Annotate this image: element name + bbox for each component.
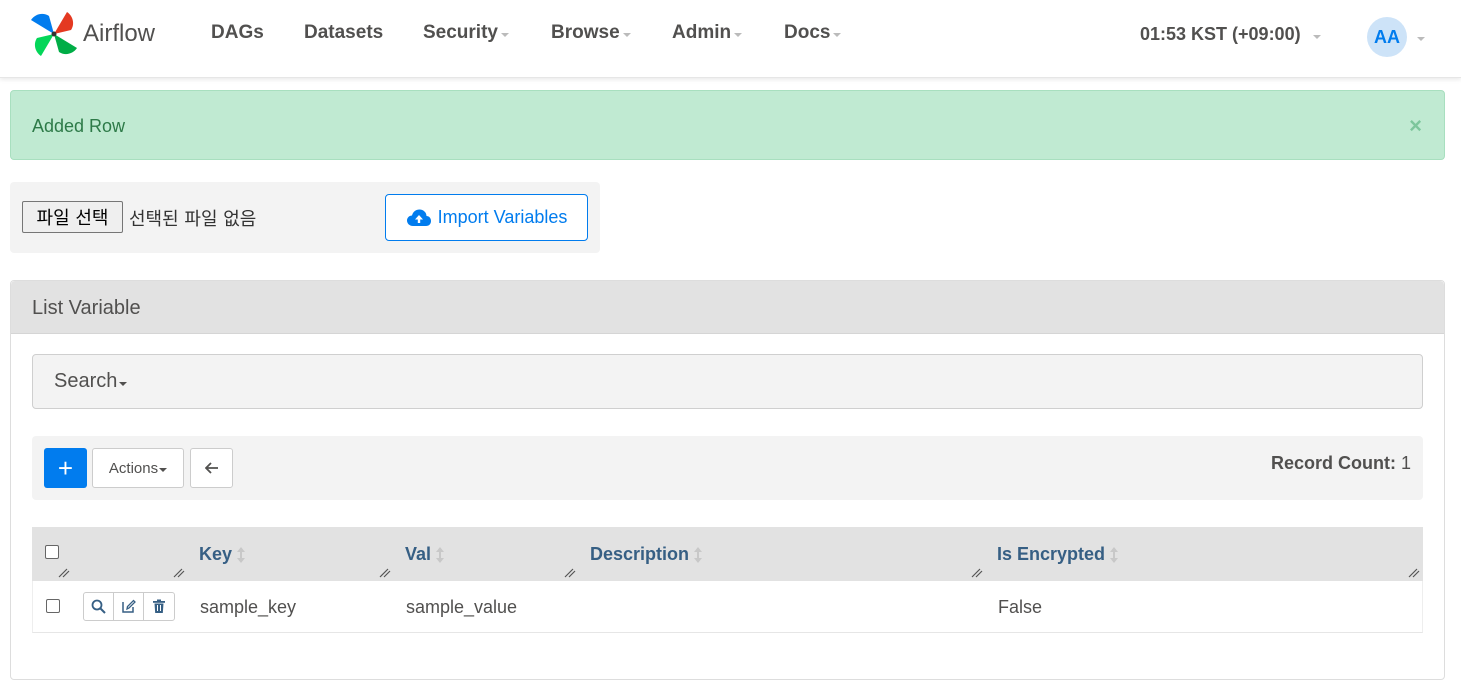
panel-header	[11, 281, 1444, 334]
search-icon	[91, 599, 106, 614]
nav-admin-label: Admin	[672, 22, 732, 43]
table-header: Key Val Description Is Encrypted	[32, 527, 1423, 581]
user-menu[interactable]: AA	[1367, 17, 1425, 57]
actions-label: Actions	[108, 459, 159, 477]
brand-name: Airflow	[83, 20, 156, 47]
sort-icon	[694, 546, 703, 563]
close-icon[interactable]: ×	[1409, 113, 1422, 139]
search-toggle[interactable]: Search	[32, 354, 1423, 409]
nav-docs-label: Docs	[784, 22, 831, 43]
column-is-encrypted[interactable]: Is Encrypted	[997, 544, 1119, 565]
column-resize-handle[interactable]	[1408, 568, 1420, 578]
chevron-down-icon	[1312, 34, 1321, 39]
search-label-text: Search	[54, 370, 118, 392]
edit-record-button[interactable]	[114, 593, 144, 620]
edit-icon	[122, 599, 136, 613]
cell-key: sample_key	[200, 597, 297, 617]
back-button[interactable]	[190, 448, 233, 488]
column-description-label: Description	[590, 544, 690, 564]
import-variables-button[interactable]: Import Variables	[385, 194, 588, 241]
add-record-button[interactable]: +	[44, 448, 87, 488]
brand-link[interactable]: Airflow	[29, 10, 155, 58]
chevron-down-icon	[1417, 37, 1425, 41]
chevron-down-icon	[833, 33, 842, 37]
airflow-logo-icon	[31, 12, 77, 56]
column-resize-handle[interactable]	[971, 568, 983, 578]
column-resize-handle[interactable]	[173, 568, 185, 578]
list-toolbar: + Actions Record Count: 1	[32, 436, 1423, 500]
nav-dags[interactable]: DAGs	[211, 22, 264, 44]
delete-record-button[interactable]	[144, 593, 174, 620]
column-val-label: Val	[405, 544, 432, 564]
column-key-label: Key	[199, 544, 233, 564]
column-key[interactable]: Key	[199, 544, 246, 565]
arrow-left-icon	[204, 462, 218, 474]
nav-datasets-label: Datasets	[304, 22, 384, 43]
top-navbar: Airflow DAGs Datasets Security Browse Ad…	[0, 0, 1461, 78]
nav-security-label: Security	[423, 22, 498, 43]
clock-text: 01:53 KST (+09:00)	[1140, 24, 1301, 44]
sort-icon	[237, 546, 246, 563]
file-choose-button[interactable]: 파일 선택	[22, 201, 123, 233]
record-count-value: 1	[1400, 453, 1411, 473]
column-val[interactable]: Val	[405, 544, 445, 565]
list-variable-panel: List Variable Search + Actions Record Co…	[10, 280, 1445, 680]
chevron-down-icon	[500, 33, 509, 37]
chevron-down-icon	[159, 468, 168, 472]
cell-val: sample_value	[406, 597, 518, 617]
column-resize-handle[interactable]	[564, 568, 576, 578]
column-is-encrypted-label: Is Encrypted	[997, 544, 1106, 564]
chevron-down-icon	[119, 381, 128, 386]
nav-docs[interactable]: Docs	[784, 22, 842, 44]
column-description[interactable]: Description	[590, 544, 703, 565]
nav-browse-label: Browse	[551, 22, 620, 43]
select-all-checkbox[interactable]	[45, 545, 59, 559]
trash-icon	[153, 599, 165, 613]
row-actions	[83, 592, 175, 621]
import-button-label: Import Variables	[437, 207, 568, 227]
row-checkbox[interactable]	[46, 599, 60, 613]
nav-datasets[interactable]: Datasets	[304, 22, 383, 44]
panel-title: List Variable	[32, 297, 141, 319]
success-alert: Added Row ×	[10, 90, 1445, 160]
nav-admin[interactable]: Admin	[672, 22, 743, 44]
record-count-label: Record Count:	[1270, 453, 1396, 473]
search-label: Search	[54, 370, 128, 393]
nav-security[interactable]: Security	[423, 22, 509, 44]
sort-icon	[436, 546, 445, 563]
import-variables-form: 파일 선택 선택된 파일 없음 Import Variables	[10, 182, 600, 253]
avatar: AA	[1367, 17, 1407, 57]
nav-browse[interactable]: Browse	[551, 22, 631, 44]
alert-message: Added Row	[32, 116, 126, 136]
chevron-down-icon	[622, 33, 631, 37]
sort-icon	[1110, 546, 1119, 563]
cloud-upload-icon	[406, 209, 431, 226]
column-resize-handle[interactable]	[379, 568, 391, 578]
table-row: sample_key sample_value False	[32, 581, 1423, 633]
file-status-text: 선택된 파일 없음	[129, 209, 257, 230]
show-record-button[interactable]	[84, 593, 114, 620]
column-resize-handle[interactable]	[58, 568, 70, 578]
timezone-clock[interactable]: 01:53 KST (+09:00)	[1140, 24, 1321, 45]
actions-dropdown[interactable]: Actions	[92, 448, 184, 488]
cell-is-encrypted: False	[998, 597, 1043, 617]
record-count: Record Count: 1	[1271, 453, 1411, 474]
chevron-down-icon	[734, 33, 743, 37]
nav-dags-label: DAGs	[211, 22, 264, 43]
variables-table: Key Val Description Is Encrypted sample_…	[32, 527, 1423, 633]
